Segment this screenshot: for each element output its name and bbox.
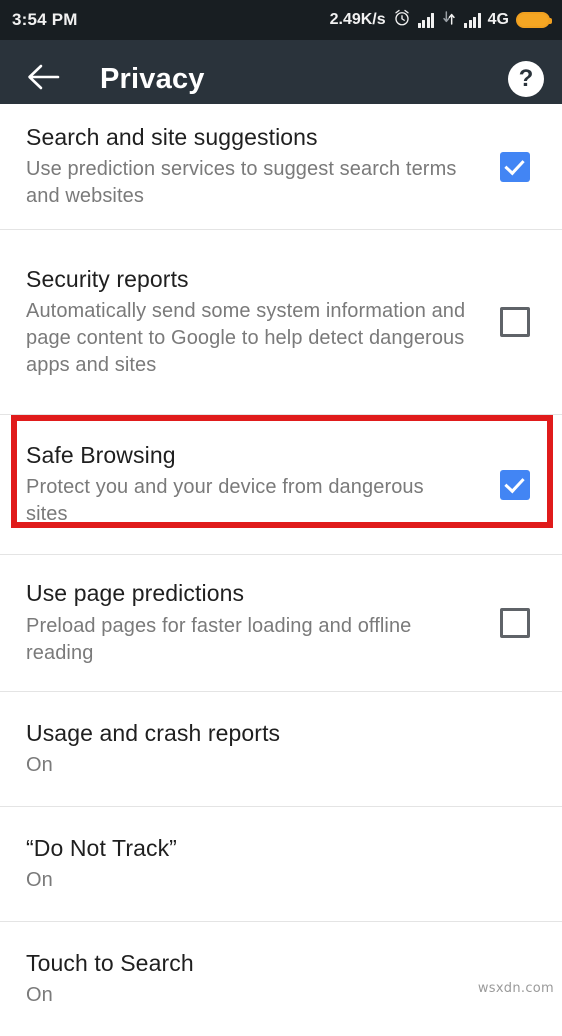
status-clock: 3:54 PM [12,10,78,29]
row-control [492,469,538,500]
watermark: wsxdn.com [477,981,554,996]
network-speed-text: 2.49K/s [329,11,386,28]
row-title: Use page predictions [26,580,245,607]
row-subtitle: On [26,984,53,1007]
row-control [492,608,538,638]
alarm-icon [393,9,411,32]
row-control [492,307,538,337]
row-subtitle: Automatically send some system informati… [26,300,466,377]
data-transfer-icon [441,10,457,31]
row-text: “Do Not Track” On [26,834,538,895]
row-subtitle: On [26,869,53,892]
row-text: Security reports Automatically send some… [26,265,478,380]
setting-row-touch-to-search[interactable]: Touch to Search On [0,921,562,1036]
checkbox-use-page-predictions[interactable] [500,608,530,638]
row-text: Touch to Search On [26,949,538,1010]
checkbox-safe-browsing[interactable] [500,469,530,500]
checkbox-search-and-site-suggestions[interactable] [500,151,530,182]
row-subtitle: Protect you and your device from dangero… [26,476,424,526]
row-subtitle: Use prediction services to suggest searc… [26,158,457,208]
setting-row-use-page-predictions[interactable]: Use page predictions Preload pages for f… [0,554,562,691]
row-subtitle: On [26,754,53,777]
row-title: Safe Browsing [26,441,176,468]
row-subtitle: Preload pages for faster loading and off… [26,614,412,664]
page-title: Privacy [100,62,205,95]
signal-bars-icon [417,12,435,28]
row-text: Search and site suggestions Use predicti… [26,123,478,211]
back-arrow-icon[interactable] [26,63,60,96]
status-bar: 3:54 PM 2.49K/s 4G [0,0,562,40]
row-title: “Do Not Track” [26,834,177,861]
checkbox-security-reports[interactable] [500,307,530,337]
signal-bars-icon-2 [464,12,481,28]
network-type-text: 4G [487,11,509,28]
row-title: Touch to Search [26,949,194,976]
setting-row-safe-browsing[interactable]: Safe Browsing Protect you and your devic… [0,414,562,554]
row-text: Use page predictions Preload pages for f… [26,579,478,667]
setting-row-search-and-site-suggestions[interactable]: Search and site suggestions Use predicti… [0,104,562,229]
setting-row-usage-and-crash-reports[interactable]: Usage and crash reports On [0,691,562,806]
row-title: Security reports [26,265,189,292]
row-text: Safe Browsing Protect you and your devic… [26,441,478,529]
row-title: Usage and crash reports [26,719,281,746]
settings-list: Search and site suggestions Use predicti… [0,104,562,1036]
row-control [492,151,538,182]
help-icon[interactable]: ? [508,61,544,97]
battery-icon [516,12,552,28]
status-icons: 2.49K/s 4G [329,9,552,32]
row-title: Search and site suggestions [26,123,318,150]
setting-row-security-reports[interactable]: Security reports Automatically send some… [0,229,562,414]
row-text: Usage and crash reports On [26,719,538,780]
setting-row-do-not-track[interactable]: “Do Not Track” On [0,806,562,921]
